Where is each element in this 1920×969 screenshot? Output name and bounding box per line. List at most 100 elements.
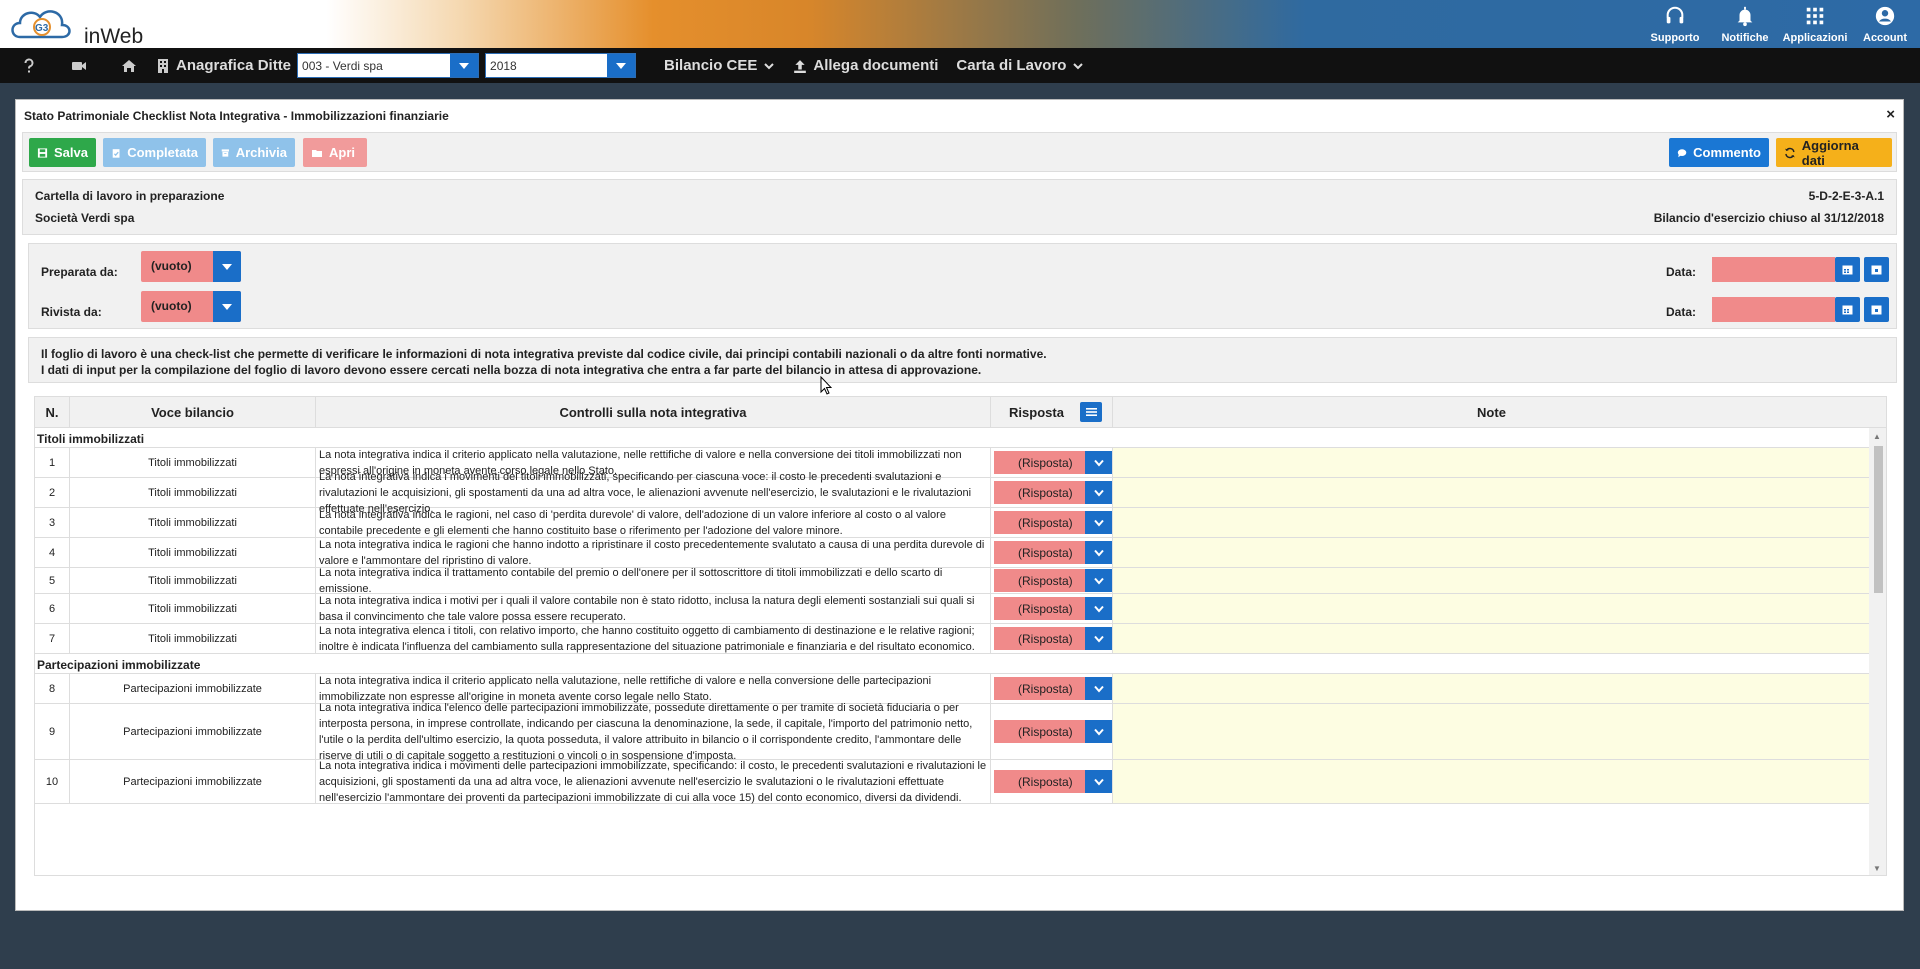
row-voce: Titoli immobilizzati: [70, 508, 316, 537]
row-voce: Partecipazioni immobilizzate: [70, 704, 316, 759]
account-button[interactable]: Account: [1850, 0, 1920, 48]
notifications-label: Notifiche: [1721, 32, 1769, 44]
chevron-down-icon[interactable]: [1085, 569, 1112, 592]
open-button[interactable]: Apri: [303, 138, 367, 167]
prepared-by-select[interactable]: (vuoto): [141, 251, 241, 282]
scroll-down-arrow[interactable]: ▼: [1873, 864, 1881, 873]
help-button[interactable]: [14, 48, 44, 83]
home-icon: [122, 59, 136, 72]
chevron-down-icon[interactable]: [1085, 597, 1112, 620]
close-button[interactable]: ×: [1886, 106, 1895, 123]
row-risposta-cell: (Risposta): [991, 508, 1113, 537]
chevron-down-icon[interactable]: [1085, 770, 1112, 793]
scrollbar-thumb[interactable]: [1874, 446, 1883, 593]
building-icon: [154, 48, 172, 83]
note-input[interactable]: [1113, 704, 1870, 759]
support-button[interactable]: Supporto: [1640, 0, 1710, 48]
company-name: Società Verdi spa: [35, 211, 135, 225]
comment-button[interactable]: Commento: [1669, 138, 1769, 167]
calendar-icon[interactable]: [1835, 257, 1860, 282]
row-voce: Titoli immobilizzati: [70, 448, 316, 477]
response-select[interactable]: (Risposta): [994, 569, 1112, 592]
apps-label: Applicazioni: [1782, 32, 1848, 44]
headset-icon: [1666, 6, 1684, 24]
chevron-down-icon[interactable]: [1085, 451, 1112, 474]
company-select[interactable]: 003 - Verdi spa: [297, 53, 480, 78]
response-select[interactable]: (Risposta): [994, 627, 1112, 650]
carta-di-lavoro-label: Carta di Lavoro: [956, 57, 1067, 74]
chevron-down-icon[interactable]: [1085, 677, 1112, 700]
mouse-cursor-icon: [820, 376, 832, 395]
header-number: N.: [35, 397, 70, 428]
bilancio-cee-menu[interactable]: Bilancio CEE: [664, 57, 775, 74]
reviewed-by-value: (vuoto): [151, 299, 192, 313]
table-header: N. Voce bilancio Controlli sulla nota in…: [35, 397, 1886, 428]
reviewed-date-input[interactable]: [1712, 297, 1835, 322]
prepared-date-input[interactable]: [1712, 257, 1835, 282]
response-select[interactable]: (Risposta): [994, 597, 1112, 620]
video-button[interactable]: [64, 48, 94, 83]
table-row: 4 Titoli immobilizzati La nota integrativa…: [35, 538, 1870, 568]
notifications-button[interactable]: Notifiche: [1710, 0, 1780, 48]
note-input[interactable]: [1113, 760, 1870, 803]
response-select[interactable]: (Risposta): [994, 677, 1112, 700]
chevron-down-icon[interactable]: [450, 54, 479, 77]
app-logo[interactable]: G3 inWeb: [8, 3, 148, 48]
allega-documenti-link[interactable]: Allega documenti: [793, 57, 938, 74]
prepared-by-label: Preparata da:: [41, 265, 118, 279]
header-risposta-label: Risposta: [1009, 405, 1064, 420]
note-input[interactable]: [1113, 448, 1870, 477]
calendar-today-icon[interactable]: [1864, 297, 1889, 322]
chevron-down-icon: [764, 62, 775, 69]
chevron-down-icon[interactable]: [607, 54, 636, 77]
column-menu-button[interactable]: [1080, 402, 1102, 422]
home-button[interactable]: [114, 48, 144, 83]
chevron-down-icon[interactable]: [1085, 541, 1112, 564]
response-value: (Risposta): [1018, 574, 1073, 588]
note-input[interactable]: [1113, 674, 1870, 703]
row-controllo: La nota integrativa indica i movimenti d…: [316, 760, 991, 804]
chevron-down-icon[interactable]: [213, 291, 241, 322]
year-select[interactable]: 2018: [485, 53, 637, 78]
note-input[interactable]: [1113, 624, 1870, 653]
note-input[interactable]: [1113, 568, 1870, 593]
carta-di-lavoro-menu[interactable]: Carta di Lavoro: [956, 57, 1084, 74]
chevron-down-icon[interactable]: [1085, 511, 1112, 534]
response-value: (Risposta): [1018, 546, 1073, 560]
response-select[interactable]: (Risposta): [994, 720, 1112, 743]
response-select[interactable]: (Risposta): [994, 451, 1112, 474]
response-select[interactable]: (Risposta): [994, 481, 1112, 504]
note-input[interactable]: [1113, 478, 1870, 507]
save-button[interactable]: Salva: [29, 138, 96, 167]
refresh-data-button[interactable]: Aggiorna dati: [1776, 138, 1892, 168]
table-row: 2 Titoli immobilizzati La nota integrativa…: [35, 471, 1870, 515]
row-voce: Partecipazioni immobilizzate: [70, 674, 316, 703]
logo-text: inWeb: [84, 25, 144, 48]
table-scrollbar[interactable]: ▲ ▼: [1869, 428, 1886, 875]
row-voce: Titoli immobilizzati: [70, 624, 316, 653]
response-select[interactable]: (Risposta): [994, 511, 1112, 534]
chevron-down-icon[interactable]: [1085, 627, 1112, 650]
row-number: 3: [35, 508, 70, 537]
comment-label: Commento: [1693, 145, 1761, 160]
calendar-icon[interactable]: [1835, 297, 1860, 322]
anagrafica-ditte-link[interactable]: Anagrafica Ditte: [176, 57, 291, 74]
chevron-down-icon[interactable]: [1085, 481, 1112, 504]
complete-button[interactable]: Completata: [103, 138, 206, 167]
note-input[interactable]: [1113, 508, 1870, 537]
calendar-today-icon[interactable]: [1864, 257, 1889, 282]
bilancio-cee-label: Bilancio CEE: [664, 57, 758, 74]
open-label: Apri: [329, 145, 355, 160]
archive-button[interactable]: Archivia: [213, 138, 295, 167]
note-input[interactable]: [1113, 594, 1870, 623]
chevron-down-icon[interactable]: [213, 251, 241, 282]
chevron-down-icon[interactable]: [1085, 720, 1112, 743]
note-input[interactable]: [1113, 538, 1870, 567]
apps-button[interactable]: Applicazioni: [1780, 0, 1850, 48]
reviewed-by-select[interactable]: (vuoto): [141, 291, 241, 322]
scroll-up-arrow[interactable]: ▲: [1873, 432, 1881, 441]
response-select[interactable]: (Risposta): [994, 541, 1112, 564]
archive-label: Archivia: [235, 145, 287, 160]
response-select[interactable]: (Risposta): [994, 770, 1112, 793]
folder-open-icon: [312, 149, 322, 157]
